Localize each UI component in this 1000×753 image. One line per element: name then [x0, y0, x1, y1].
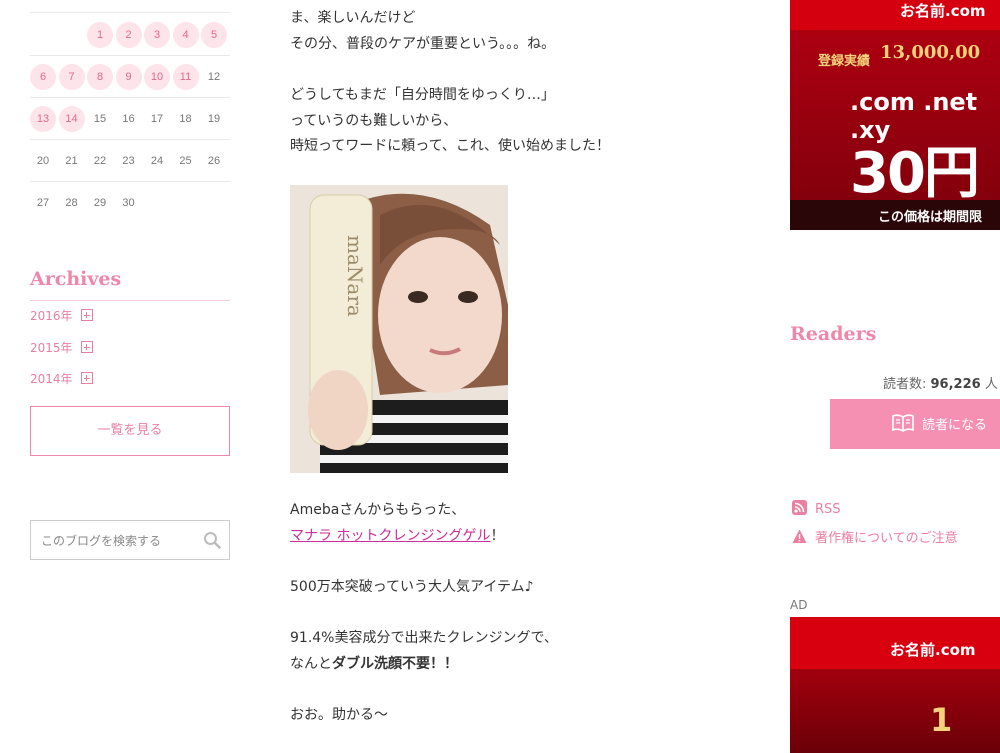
calendar-day-with-post[interactable]: 9 — [115, 64, 142, 90]
calendar-day: 22 — [93, 155, 107, 167]
calendar-day-with-post[interactable]: 14 — [58, 106, 85, 132]
calendar-day: 28 — [65, 197, 78, 209]
calendar-day-with-post[interactable]: 4 — [172, 22, 199, 48]
rss-label: RSS — [815, 502, 841, 517]
reader-count-value: 96,226 — [930, 377, 981, 392]
post-text: 500万本突破っていう大人気アイテム♪ — [290, 579, 534, 595]
post-text-with-link: マナラ ホットクレンジングゲル！ — [290, 525, 504, 547]
calendar-day: 20 — [36, 155, 50, 167]
rss-icon — [792, 500, 807, 515]
calendar-day: 21 — [65, 155, 78, 167]
post-text: その分、普段のケアが重要という。。。ね。 — [290, 36, 556, 52]
post-text: っていうのも難しいから、 — [290, 113, 458, 129]
ad-banner-top[interactable]: お名前.com 登録実績 13,000,00 .com .net .xy 30円… — [790, 0, 1000, 230]
post-text: なんとダブル洗顔不要！！ — [290, 653, 458, 675]
archive-year-label: 2016年 — [30, 309, 73, 323]
ad-big-number: 1 — [930, 701, 953, 739]
product-link[interactable]: マナラ ホットクレンジングゲル — [290, 528, 490, 544]
calendar-day-with-post[interactable]: 8 — [87, 64, 113, 90]
expand-plus-icon[interactable] — [80, 341, 93, 353]
calendar-day: 17 — [150, 113, 164, 125]
ad-price: 30円 — [850, 141, 980, 206]
ad-brand: お名前.com — [890, 641, 976, 659]
calendar-day: 30 — [122, 197, 135, 209]
rss-link[interactable]: RSS — [792, 500, 841, 517]
archive-year-label: 2015年 — [30, 341, 73, 355]
calendar-week-row: 6 7 8 9 10 11 12 — [30, 55, 230, 98]
ad-note: この価格は期間限 — [878, 210, 983, 225]
calendar-day-with-post[interactable]: 2 — [115, 22, 142, 48]
become-reader-label: 読者になる — [922, 418, 988, 433]
post-text: どうしてもまだ「自分時間をゆっくり…」 — [290, 87, 555, 103]
post-text: ま、楽しいんだけど — [290, 10, 416, 26]
calendar-day-with-post[interactable]: 13 — [30, 106, 56, 132]
photo-illustration: maNara — [290, 185, 508, 473]
copyright-notice-link[interactable]: 著作権についてのご注意 — [792, 527, 958, 546]
book-icon — [892, 414, 914, 432]
calendar-day: 26 — [207, 155, 221, 167]
calendar-day-with-post[interactable]: 7 — [58, 64, 85, 90]
calendar-day-with-post[interactable]: 10 — [144, 64, 170, 90]
post-text: Amebaさんからもらった、 — [290, 502, 466, 518]
calendar-day: 19 — [207, 113, 221, 125]
calendar-day: 27 — [36, 197, 50, 209]
calendar-day-with-post[interactable]: 5 — [201, 22, 227, 48]
copyright-notice-label: 著作権についてのご注意 — [815, 531, 958, 546]
warning-icon — [792, 529, 807, 543]
calendar-day: 25 — [179, 155, 192, 167]
archive-list-button[interactable]: 一覧を見る — [30, 406, 230, 456]
svg-text:maNara: maNara — [343, 235, 367, 317]
calendar-day-with-post[interactable]: 11 — [172, 64, 199, 90]
calendar-day: 23 — [122, 155, 135, 167]
ad-record-label: 登録実績 — [818, 54, 871, 69]
post-photo[interactable]: maNara — [290, 185, 508, 473]
calendar-day: 12 — [207, 71, 221, 83]
readers-title: Readers — [790, 323, 877, 345]
reader-count-label: 読者数: — [883, 377, 931, 392]
ad-record-count: 13,000,00 — [880, 42, 981, 63]
link-suffix: ！ — [490, 528, 505, 544]
calendar-day-with-post[interactable]: 1 — [87, 22, 113, 48]
calendar-day: 29 — [93, 197, 107, 209]
post-text-bold: ダブル洗顔不要！！ — [332, 656, 458, 672]
post-text-part: なんと — [290, 656, 332, 672]
calendar-day: 16 — [122, 113, 135, 125]
expand-plus-icon[interactable] — [80, 309, 93, 321]
calendar-week-row: 12345 — [30, 13, 230, 56]
post-text: おお。助かる〜 — [290, 707, 388, 723]
archive-year-2014[interactable]: 2014年 — [30, 371, 93, 387]
calendar-week-row: 20 21 22 23 24 25 26 — [30, 139, 230, 182]
expand-plus-icon[interactable] — [80, 372, 93, 384]
archives-divider — [30, 300, 230, 301]
search-icon[interactable] — [203, 531, 221, 549]
ad-brand: お名前.com — [900, 2, 986, 20]
calendar-day: 18 — [179, 113, 192, 125]
calendar-week-row: 27 28 29 30 — [30, 181, 230, 223]
calendar-day-with-post[interactable]: 3 — [144, 22, 170, 48]
calendar-day: 24 — [150, 155, 164, 167]
calendar-day: 15 — [93, 113, 107, 125]
ad-label: AD — [790, 598, 808, 612]
calendar-week-row: 13 14 15 16 17 18 19 — [30, 97, 230, 140]
calendar-day-with-post[interactable]: 6 — [30, 64, 56, 90]
become-reader-button[interactable]: 読者になる — [830, 399, 1000, 449]
blog-search-box[interactable]: このブログを検索する — [30, 520, 230, 560]
ad-banner-bottom[interactable]: お名前.com 1 — [790, 617, 1000, 753]
archive-year-label: 2014年 — [30, 372, 73, 386]
search-placeholder: このブログを検索する — [41, 534, 162, 548]
reader-count-unit: 人 — [980, 377, 998, 392]
post-text: 時短ってワードに頼って、これ、使い始めました！ — [290, 138, 611, 154]
archive-year-2015[interactable]: 2015年 — [30, 340, 93, 356]
reader-count: 読者数: 96,226 人 — [883, 373, 998, 392]
archive-year-2016[interactable]: 2016年 — [30, 308, 93, 324]
archives-title: Archives — [30, 268, 122, 290]
post-text: 91.4%美容成分で出来たクレンジングで、 — [290, 630, 558, 646]
